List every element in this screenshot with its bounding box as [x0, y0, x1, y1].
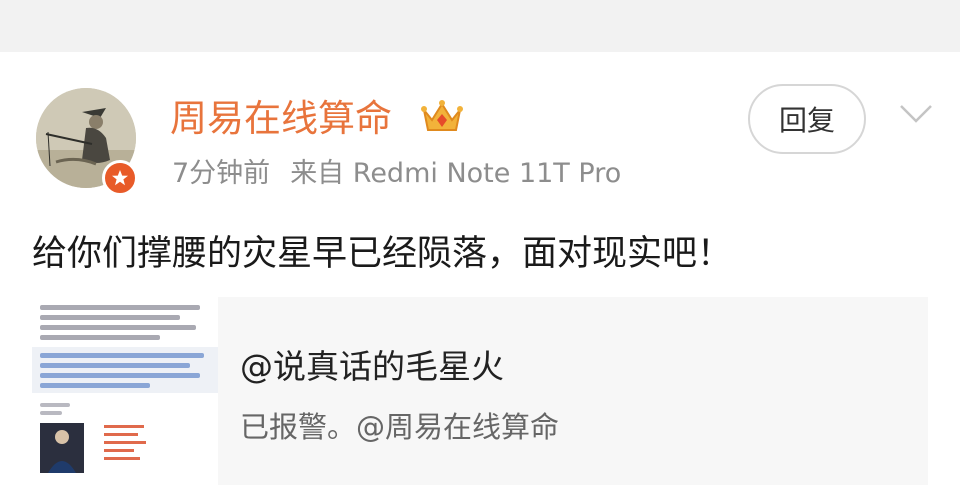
username[interactable]: 周易在线算命: [170, 96, 392, 142]
top-gap: [0, 0, 960, 52]
crown-icon: [420, 96, 464, 136]
post-text: 给你们撑腰的灾星早已经陨落，面对现实吧！: [32, 234, 733, 274]
post-source: 来自 Redmi Note 11T Pro: [290, 158, 622, 189]
reply-button[interactable]: 回复: [748, 84, 866, 154]
quoted-post-thumbnail[interactable]: [32, 297, 218, 485]
quoted-post-card[interactable]: @说真话的毛星火 已报警。@周易在线算命: [32, 297, 928, 485]
chevron-down-icon[interactable]: [898, 102, 934, 126]
verified-badge-icon: [102, 160, 138, 196]
quoted-post-text: 已报警。@周易在线算命: [240, 410, 560, 444]
quoted-post-title[interactable]: @说真话的毛星火: [240, 345, 504, 389]
post-time: 7分钟前: [172, 158, 271, 189]
post-meta: 7分钟前 来自 Redmi Note 11T Pro: [172, 156, 621, 192]
